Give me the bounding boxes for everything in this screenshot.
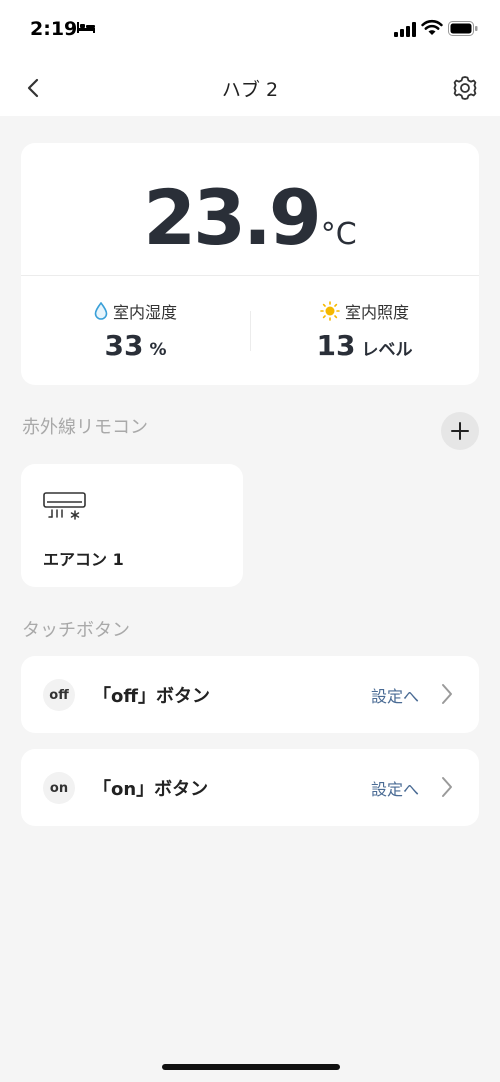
light-unit: レベル: [361, 340, 413, 360]
settings-button[interactable]: [450, 73, 480, 103]
touch-button-label: 「on」ボタン: [93, 779, 209, 800]
screen: 2:19 ハブ 2 23.9°C 室内湿度 33 % 室内照度 13 レベル 赤…: [0, 0, 500, 1082]
light-metric: 室内照度 13 レベル: [250, 299, 479, 362]
light-label: 室内照度: [344, 303, 409, 322]
temperature-value: 23.9: [143, 173, 322, 262]
wifi-icon: [421, 19, 443, 35]
remote-card-air-conditioner[interactable]: エアコン 1: [21, 464, 243, 587]
divider: [21, 275, 479, 276]
configure-link[interactable]: 設定へ: [371, 776, 419, 800]
ir-remote-section-title: 赤外線リモコン: [22, 417, 148, 438]
touch-button-row-on[interactable]: on 「on」ボタン 設定へ: [21, 749, 479, 826]
light-value: 13: [316, 329, 356, 362]
touch-button-row-off[interactable]: off 「off」ボタン 設定へ: [21, 656, 479, 733]
chevron-right-icon: [442, 777, 452, 797]
remote-name: エアコン 1: [43, 550, 124, 569]
battery-icon: [448, 21, 478, 36]
nav-bar: ハブ 2: [0, 60, 500, 116]
status-bar: 2:19: [0, 0, 500, 60]
gear-icon: [453, 76, 477, 100]
configure-link[interactable]: 設定へ: [371, 683, 419, 707]
temperature-display: 23.9°C: [21, 173, 479, 262]
sensor-card: 23.9°C 室内湿度 33% 室内照度 13 レベル: [21, 143, 479, 385]
home-indicator[interactable]: [162, 1064, 340, 1070]
humidity-value: 33: [104, 329, 144, 362]
signal-icon: [394, 22, 416, 37]
humidity-metric: 室内湿度 33%: [21, 299, 250, 362]
plus-icon: [451, 422, 469, 440]
on-badge-icon: on: [43, 772, 75, 804]
page-title: ハブ 2: [221, 79, 279, 101]
humidity-unit: %: [149, 340, 167, 360]
temperature-unit: °C: [320, 217, 357, 252]
humidity-label: 室内湿度: [112, 303, 177, 322]
water-drop-icon: [94, 302, 108, 320]
status-time: 2:19: [30, 18, 78, 40]
sun-icon: [320, 301, 340, 321]
chevron-right-icon: [442, 684, 452, 704]
touch-button-section-title: タッチボタン: [22, 620, 130, 641]
air-conditioner-icon: [43, 492, 86, 520]
off-badge-icon: off: [43, 679, 75, 711]
add-remote-button[interactable]: [441, 412, 479, 450]
bed-icon: [77, 22, 95, 33]
touch-button-label: 「off」ボタン: [93, 686, 210, 707]
